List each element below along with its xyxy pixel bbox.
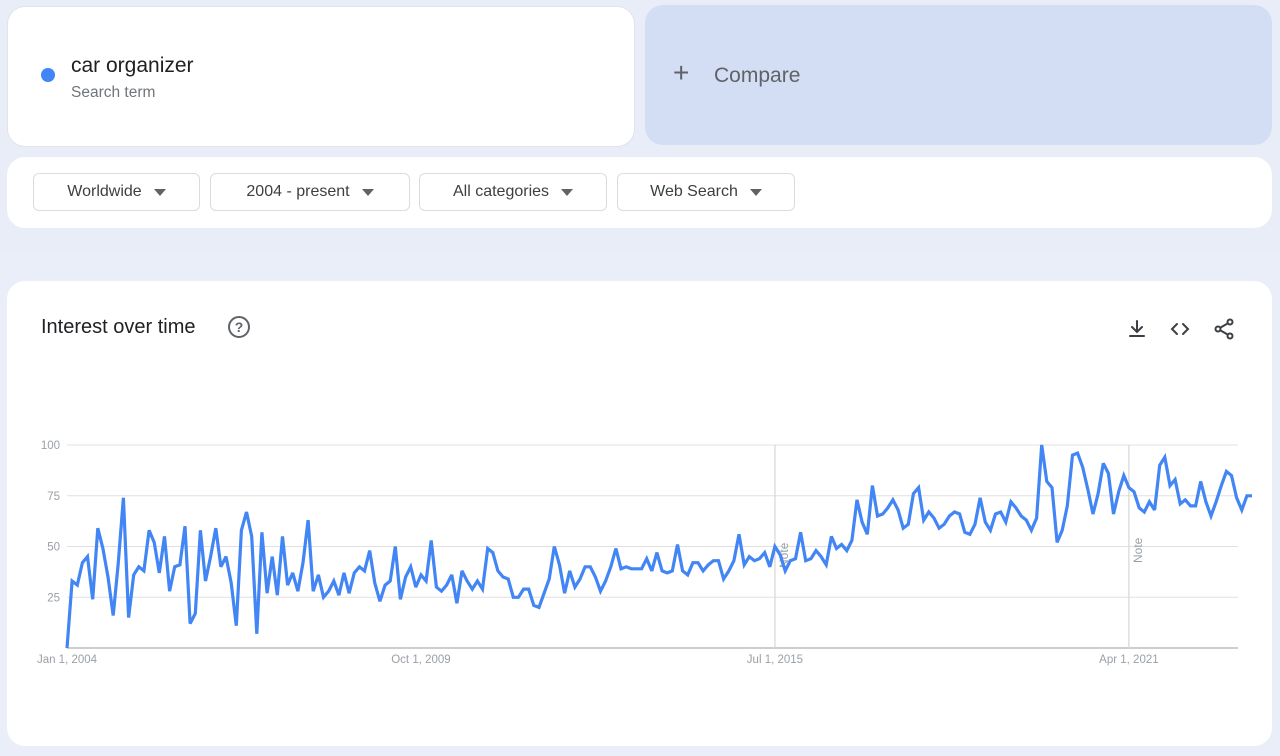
x-tick-label: Jan 1, 2004 [37,654,98,666]
y-tick-label: 75 [47,491,60,503]
x-tick-label: Apr 1, 2021 [1099,654,1158,666]
x-tick-label: Oct 1, 2009 [391,654,450,666]
y-tick-label: 100 [41,440,60,452]
x-tick-label: Jul 1, 2015 [747,654,803,666]
y-tick-label: 50 [47,542,60,554]
note-label: Note [1131,537,1145,563]
interest-line-chart: 255075100Note NoteJan 1, 2004 Oct 1, 2009 J… [37,440,1252,666]
y-tick-label: 25 [47,592,60,604]
